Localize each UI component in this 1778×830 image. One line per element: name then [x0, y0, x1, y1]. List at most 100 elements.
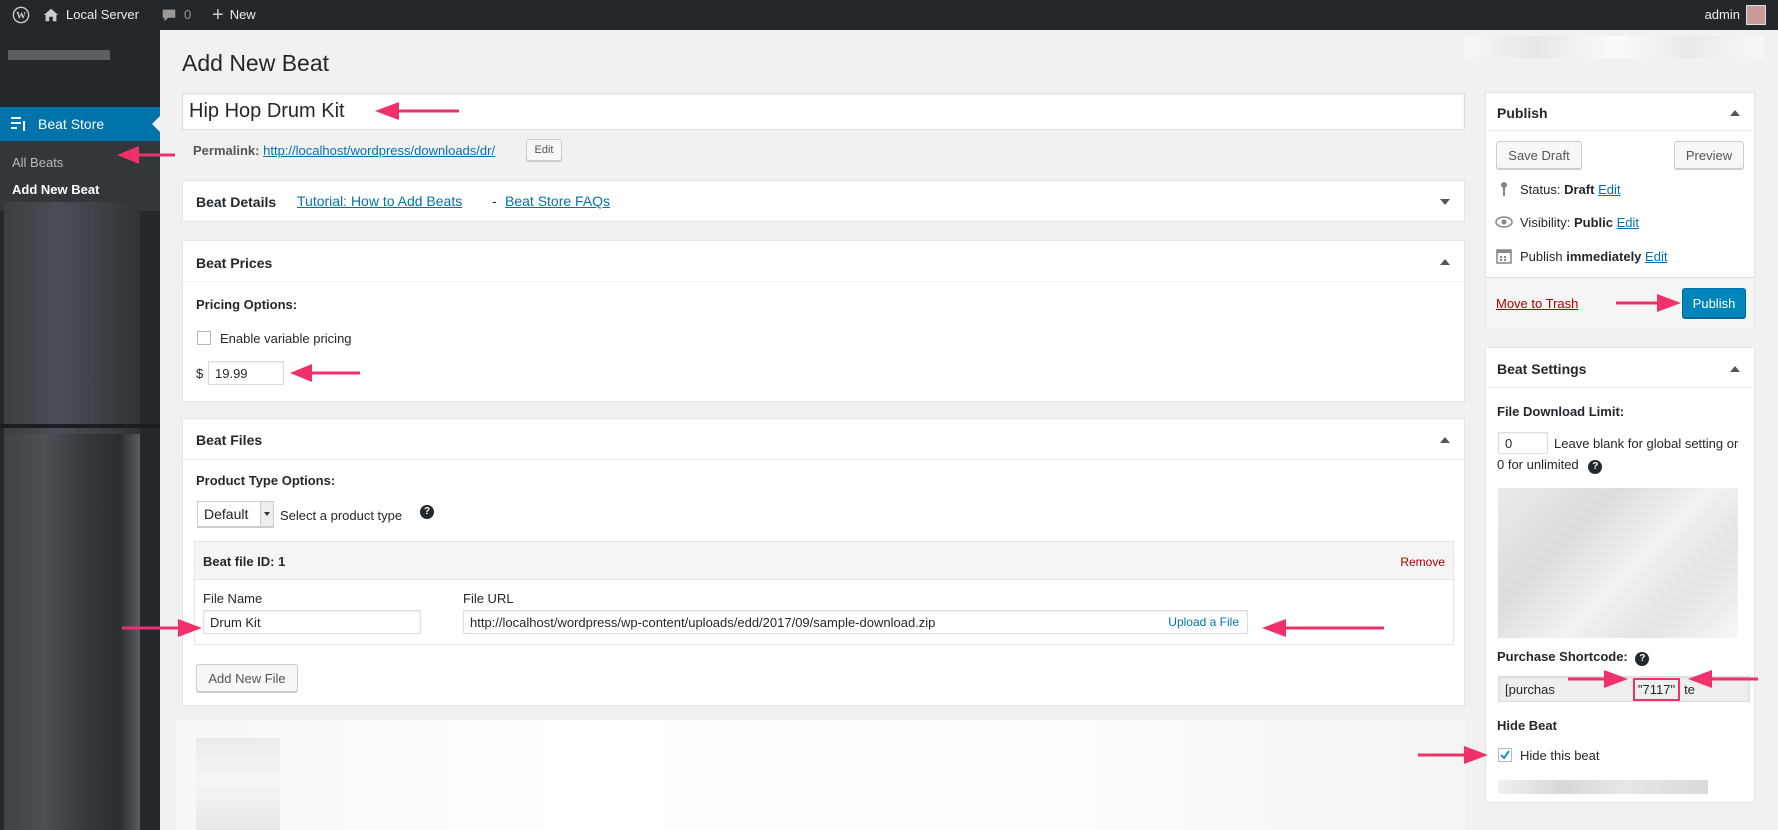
status-label: Status: [1520, 182, 1561, 197]
remove-link[interactable]: Remove [1400, 555, 1445, 569]
toggle-icon[interactable] [1440, 199, 1450, 205]
box-divider [1486, 387, 1754, 388]
save-draft-button[interactable]: Save Draft [1496, 141, 1582, 169]
annotation-arrow [1688, 670, 1758, 688]
site-name-link[interactable]: Local Server [42, 0, 139, 30]
plus-icon: + [212, 4, 224, 26]
beat-files-box: Beat Files Product Type Options: Default… [182, 418, 1465, 706]
file-url-input[interactable]: http://localhost/wordpress/wp-content/up… [463, 610, 1248, 634]
upload-file-link[interactable]: Upload a File [1168, 615, 1239, 629]
blurred-block [196, 738, 280, 830]
annotation-arrow [375, 102, 459, 120]
visibility-edit-link[interactable]: Edit [1617, 215, 1639, 230]
file-name-input[interactable]: Drum Kit [203, 610, 421, 634]
shortcode-start: [purchas [1505, 681, 1555, 697]
price-input[interactable]: 19.99 [208, 361, 284, 385]
beat-prices-title: Beat Prices [196, 255, 273, 271]
title-value: Hip Hop Drum Kit [189, 100, 345, 122]
comments-count: 0 [184, 7, 192, 22]
download-limit-hint: Leave blank for global setting or [1554, 436, 1739, 451]
blurred-setting [1498, 488, 1738, 638]
toggle-icon[interactable] [1440, 259, 1450, 265]
permalink-link[interactable]: http://localhost/wordpress/downloads/dr/ [263, 143, 495, 158]
eye-icon [1495, 216, 1513, 228]
pricing-options-label: Pricing Options: [196, 297, 298, 312]
download-limit-hint-text: 0 for unlimited [1497, 457, 1579, 472]
beat-settings-title: Beat Settings [1497, 361, 1587, 377]
sidebar-divider [0, 424, 160, 428]
variable-pricing-checkbox[interactable] [197, 331, 211, 345]
visibility-value: Public [1573, 215, 1613, 230]
status-value: Draft [1564, 182, 1595, 197]
calendar-icon [1496, 249, 1512, 264]
comments-link[interactable]: 0 [160, 0, 191, 30]
beat-files-title: Beat Files [196, 432, 263, 448]
annotation-arrow [122, 619, 202, 637]
save-draft-label: Save Draft [1508, 147, 1570, 163]
help-icon[interactable]: ? [420, 505, 434, 519]
home-icon [43, 8, 59, 22]
permalink-edit-button[interactable]: Edit [526, 139, 562, 161]
product-type-select[interactable]: Default [197, 501, 274, 527]
product-type-label: Product Type Options: [196, 473, 336, 488]
file-url-value: http://localhost/wordpress/wp-content/up… [470, 614, 936, 630]
move-to-trash-link[interactable]: Move to Trash [1496, 296, 1578, 311]
file-url-header: File URL [463, 591, 514, 606]
submenu-add-new-beat[interactable]: Add New Beat [0, 176, 160, 203]
toggle-icon[interactable] [1440, 437, 1450, 443]
help-icon[interactable]: ? [1635, 652, 1650, 666]
new-content-link[interactable]: + New [212, 0, 256, 30]
status-edit-link[interactable]: Edit [1598, 182, 1620, 197]
preview-label: Preview [1685, 147, 1733, 163]
publish-button[interactable]: Publish [1682, 288, 1746, 318]
status-row: Status: Draft Edit [1520, 182, 1620, 197]
preview-button[interactable]: Preview [1674, 141, 1744, 169]
blurred-menu-block [4, 202, 140, 454]
annotation-arrow [1568, 670, 1628, 688]
annotation-arrow [117, 146, 175, 164]
sidebar-item-label: Beat Store [38, 116, 105, 132]
purchase-shortcode-label: Purchase Shortcode: ? [1497, 649, 1650, 666]
box-divider [1486, 130, 1754, 131]
annotation-arrow [1616, 294, 1681, 312]
help-icon[interactable]: ? [1588, 460, 1603, 474]
username: admin [1704, 7, 1740, 22]
download-limit-value: 0 [1505, 435, 1513, 451]
user-account[interactable]: admin [1705, 0, 1766, 30]
price-value: 19.99 [215, 365, 248, 381]
blurred-setting [1498, 780, 1708, 794]
hide-beat-checkbox[interactable] [1498, 748, 1512, 762]
svg-text:W: W [16, 11, 26, 22]
add-new-file-button[interactable]: Add New File [196, 664, 298, 692]
wordpress-logo-icon[interactable]: W [12, 0, 30, 30]
file-name-header: File Name [203, 591, 263, 606]
toggle-icon[interactable] [1730, 366, 1740, 372]
product-type-hint: Select a product type [280, 508, 403, 523]
admin-bar: W Local Server 0 + New admin [0, 0, 1778, 30]
publish-button-label: Publish [1692, 295, 1736, 311]
file-name-value: Drum Kit [210, 614, 261, 630]
faq-link[interactable]: Beat Store FAQs [505, 193, 610, 209]
add-file-label: Add New File [208, 670, 286, 686]
beat-details-box: Beat Details Tutorial: How to Add Beats … [182, 180, 1465, 222]
publish-time-row: Publish immediately Edit [1520, 249, 1667, 264]
blurred-menu-block [4, 434, 140, 830]
sidebar-item-beat-store[interactable]: Beat Store [0, 107, 160, 141]
edit-label: Edit [534, 144, 554, 156]
annotation-arrow [290, 364, 360, 382]
box-divider [183, 281, 1464, 282]
download-limit-input[interactable]: 0 [1498, 432, 1548, 454]
shortcode-id: "7117" [1632, 677, 1681, 701]
permalink-label: Permalink: [193, 143, 260, 158]
list-icon [11, 117, 25, 131]
beat-settings-box: Beat Settings File Download Limit: 0 Lea… [1485, 347, 1755, 803]
file-row-title: Beat file ID: 1 [203, 554, 286, 569]
currency-symbol: $ [196, 366, 204, 381]
visibility-row: Visibility: Public Edit [1520, 215, 1639, 230]
publish-time-edit-link[interactable]: Edit [1645, 249, 1667, 264]
blurred-box [176, 720, 1465, 830]
site-name: Local Server [66, 7, 139, 22]
tutorial-link[interactable]: Tutorial: How to Add Beats [297, 193, 462, 209]
toggle-icon[interactable] [1730, 110, 1740, 116]
variable-pricing-label: Enable variable pricing [220, 331, 352, 346]
